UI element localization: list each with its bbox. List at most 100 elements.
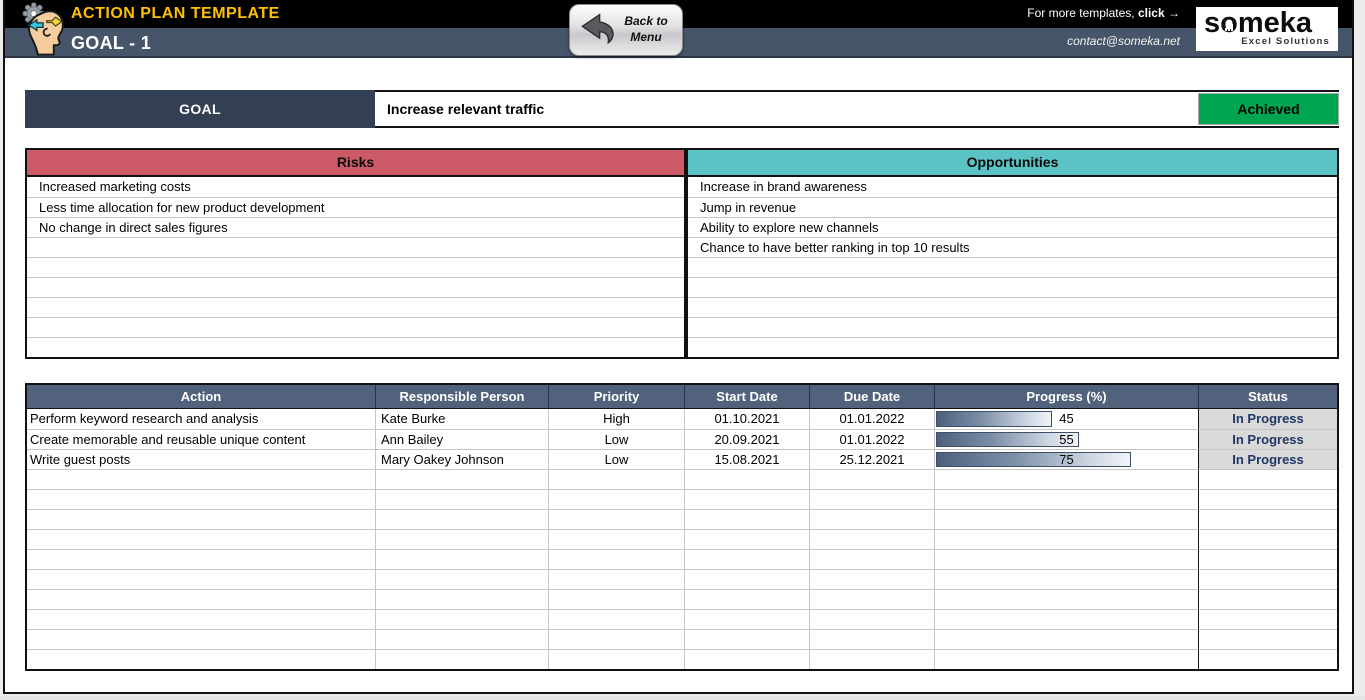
empty-cell[interactable] xyxy=(1199,569,1337,589)
empty-cell[interactable] xyxy=(376,609,549,629)
risk-empty-row[interactable] xyxy=(27,257,684,277)
more-templates-link[interactable]: For more templates, click → xyxy=(1027,6,1180,20)
empty-cell[interactable] xyxy=(935,549,1199,569)
empty-cell[interactable] xyxy=(685,549,810,569)
start-date-cell[interactable]: 15.08.2021 xyxy=(685,449,810,469)
responsible-person-cell[interactable]: Ann Bailey xyxy=(376,429,549,449)
start-date-cell[interactable]: 01.10.2021 xyxy=(685,409,810,429)
empty-cell[interactable] xyxy=(27,469,376,489)
someka-logo[interactable]: someka Excel Solutions xyxy=(1196,7,1338,51)
empty-cell[interactable] xyxy=(1199,509,1337,529)
empty-cell[interactable] xyxy=(27,609,376,629)
empty-cell[interactable] xyxy=(685,629,810,649)
empty-cell[interactable] xyxy=(27,489,376,509)
empty-cell[interactable] xyxy=(810,529,935,549)
empty-cell[interactable] xyxy=(549,629,685,649)
empty-cell[interactable] xyxy=(810,609,935,629)
empty-cell[interactable] xyxy=(685,509,810,529)
empty-cell[interactable] xyxy=(1199,469,1337,489)
opportunity-empty-row[interactable] xyxy=(688,317,1337,337)
start-date-cell[interactable]: 20.09.2021 xyxy=(685,429,810,449)
empty-cell[interactable] xyxy=(549,529,685,549)
action-cell[interactable]: Perform keyword research and analysis xyxy=(27,409,376,429)
empty-cell[interactable] xyxy=(549,589,685,609)
priority-cell[interactable]: Low xyxy=(549,449,685,469)
risk-item-row[interactable]: No change in direct sales figures xyxy=(27,217,684,237)
due-date-cell[interactable]: 01.01.2022 xyxy=(810,429,935,449)
back-to-menu-button[interactable]: Back to Menu xyxy=(569,4,683,56)
empty-cell[interactable] xyxy=(935,629,1199,649)
goal-value-cell[interactable]: Increase relevant traffic Achieved xyxy=(375,90,1339,128)
empty-cell[interactable] xyxy=(810,629,935,649)
empty-cell[interactable] xyxy=(810,489,935,509)
empty-cell[interactable] xyxy=(810,469,935,489)
empty-cell[interactable] xyxy=(27,629,376,649)
empty-cell[interactable] xyxy=(376,509,549,529)
empty-cell[interactable] xyxy=(935,569,1199,589)
opportunity-empty-row[interactable] xyxy=(688,337,1337,357)
empty-cell[interactable] xyxy=(549,609,685,629)
opportunity-item-row[interactable]: Increase in brand awareness xyxy=(688,177,1337,197)
empty-cell[interactable] xyxy=(685,529,810,549)
empty-cell[interactable] xyxy=(549,649,685,669)
opportunity-empty-row[interactable] xyxy=(688,277,1337,297)
empty-cell[interactable] xyxy=(810,549,935,569)
empty-cell[interactable] xyxy=(685,609,810,629)
empty-cell[interactable] xyxy=(376,589,549,609)
opportunity-empty-row[interactable] xyxy=(688,297,1337,317)
empty-cell[interactable] xyxy=(376,469,549,489)
empty-cell[interactable] xyxy=(376,489,549,509)
empty-cell[interactable] xyxy=(376,549,549,569)
empty-cell[interactable] xyxy=(935,649,1199,669)
empty-cell[interactable] xyxy=(549,469,685,489)
priority-cell[interactable]: High xyxy=(549,409,685,429)
empty-cell[interactable] xyxy=(935,609,1199,629)
status-cell[interactable]: In Progress xyxy=(1199,409,1337,429)
empty-cell[interactable] xyxy=(27,549,376,569)
action-cell[interactable]: Create memorable and reusable unique con… xyxy=(27,429,376,449)
empty-cell[interactable] xyxy=(27,649,376,669)
empty-cell[interactable] xyxy=(27,529,376,549)
empty-cell[interactable] xyxy=(685,469,810,489)
action-cell[interactable]: Write guest posts xyxy=(27,449,376,469)
status-cell[interactable]: In Progress xyxy=(1199,429,1337,449)
empty-cell[interactable] xyxy=(1199,529,1337,549)
empty-cell[interactable] xyxy=(935,509,1199,529)
empty-cell[interactable] xyxy=(810,569,935,589)
empty-cell[interactable] xyxy=(685,489,810,509)
empty-cell[interactable] xyxy=(376,569,549,589)
empty-cell[interactable] xyxy=(1199,629,1337,649)
empty-cell[interactable] xyxy=(1199,549,1337,569)
empty-cell[interactable] xyxy=(1199,609,1337,629)
empty-cell[interactable] xyxy=(685,649,810,669)
empty-cell[interactable] xyxy=(27,509,376,529)
empty-cell[interactable] xyxy=(1199,489,1337,509)
empty-cell[interactable] xyxy=(27,589,376,609)
opportunity-item-row[interactable]: Ability to explore new channels xyxy=(688,217,1337,237)
empty-cell[interactable] xyxy=(935,469,1199,489)
empty-cell[interactable] xyxy=(549,569,685,589)
empty-cell[interactable] xyxy=(549,489,685,509)
empty-cell[interactable] xyxy=(549,549,685,569)
empty-cell[interactable] xyxy=(935,529,1199,549)
empty-cell[interactable] xyxy=(376,649,549,669)
risk-item-row[interactable]: Increased marketing costs xyxy=(27,177,684,197)
risk-empty-row[interactable] xyxy=(27,337,684,357)
opportunity-item-row[interactable]: Jump in revenue xyxy=(688,197,1337,217)
empty-cell[interactable] xyxy=(376,629,549,649)
empty-cell[interactable] xyxy=(685,589,810,609)
goal-status-badge[interactable]: Achieved xyxy=(1198,93,1339,125)
progress-cell[interactable]: 75 xyxy=(935,449,1199,469)
responsible-person-cell[interactable]: Mary Oakey Johnson xyxy=(376,449,549,469)
progress-cell[interactable]: 55 xyxy=(935,429,1199,449)
empty-cell[interactable] xyxy=(810,509,935,529)
risk-empty-row[interactable] xyxy=(27,237,684,257)
priority-cell[interactable]: Low xyxy=(549,429,685,449)
due-date-cell[interactable]: 25.12.2021 xyxy=(810,449,935,469)
empty-cell[interactable] xyxy=(935,589,1199,609)
status-cell[interactable]: In Progress xyxy=(1199,449,1337,469)
opportunity-item-row[interactable]: Chance to have better ranking in top 10 … xyxy=(688,237,1337,257)
empty-cell[interactable] xyxy=(1199,649,1337,669)
opportunity-empty-row[interactable] xyxy=(688,257,1337,277)
risk-item-row[interactable]: Less time allocation for new product dev… xyxy=(27,197,684,217)
